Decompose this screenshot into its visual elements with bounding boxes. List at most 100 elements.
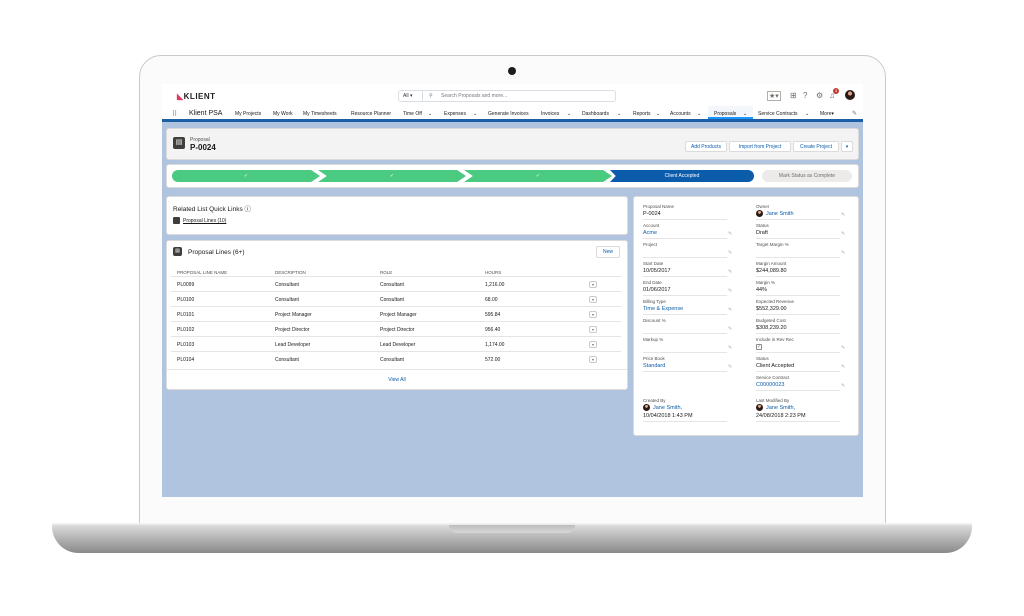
notification-badge: 3 bbox=[833, 88, 839, 94]
pencil-icon[interactable]: ✎ bbox=[728, 250, 732, 256]
nav-item-more[interactable]: More▾ bbox=[820, 111, 834, 117]
chevron-down-icon[interactable]: ⌄ bbox=[617, 111, 621, 117]
user-avatar[interactable] bbox=[845, 90, 855, 100]
chevron-down-icon[interactable]: ⌄ bbox=[697, 111, 701, 117]
line-name-link[interactable]: PL0101 bbox=[177, 312, 194, 318]
path-step-completed[interactable]: ✓ bbox=[464, 170, 612, 182]
proposal-lines-quick-link[interactable]: Proposal Lines (10) bbox=[183, 218, 226, 224]
table-row: PL0099 Consultant Consultant 1,216.00 ▾ bbox=[171, 276, 621, 291]
nav-item-expenses[interactable]: Expenses bbox=[444, 111, 466, 117]
nav-item-reports[interactable]: Reports bbox=[633, 111, 651, 117]
pencil-icon[interactable]: ✎ bbox=[841, 383, 845, 389]
line-role-link[interactable]: Project Director bbox=[380, 327, 414, 333]
billing-type-link[interactable]: Time & Expense bbox=[643, 306, 683, 312]
nav-item-invoices[interactable]: Invoices bbox=[541, 111, 559, 117]
gear-icon[interactable]: ⚙ bbox=[816, 91, 823, 100]
nav-item-proposals[interactable]: Proposals bbox=[714, 111, 736, 117]
pencil-icon[interactable]: ✎ bbox=[841, 364, 845, 370]
pencil-icon[interactable]: ✎ bbox=[728, 364, 732, 370]
row-actions-dropdown[interactable]: ▾ bbox=[589, 296, 597, 303]
row-actions-dropdown[interactable]: ▾ bbox=[589, 281, 597, 288]
created-by-link[interactable]: Jane Smith, bbox=[653, 405, 682, 411]
row-actions-dropdown[interactable]: ▾ bbox=[589, 341, 597, 348]
last-modified-date: 24/08/2018 2:23 PM bbox=[756, 413, 806, 419]
new-button[interactable]: New bbox=[596, 246, 620, 258]
line-role-link[interactable]: Consultant bbox=[380, 357, 404, 363]
line-role-link[interactable]: Lead Developer bbox=[380, 342, 415, 348]
field-underline bbox=[643, 219, 727, 220]
nav-item-generate-invoices[interactable]: Generate Invoices bbox=[488, 111, 529, 117]
nav-item-my-work[interactable]: My Work bbox=[273, 111, 293, 117]
owner-link[interactable]: Jane Smith bbox=[766, 211, 794, 217]
line-name-link[interactable]: PL0102 bbox=[177, 327, 194, 333]
nav-item-accounts[interactable]: Accounts bbox=[670, 111, 691, 117]
pencil-icon[interactable]: ✎ bbox=[841, 345, 845, 351]
help-icon[interactable]: ? bbox=[803, 91, 807, 100]
search-scope-select[interactable]: All ▾ bbox=[399, 91, 423, 101]
field-value: 10/05/2017 bbox=[643, 268, 671, 274]
edit-nav-icon[interactable]: ✎ bbox=[852, 110, 857, 117]
pencil-icon[interactable]: ✎ bbox=[728, 288, 732, 294]
include-rev-rec-checkbox[interactable]: ✓ bbox=[756, 344, 762, 350]
pencil-icon[interactable]: ✎ bbox=[728, 345, 732, 351]
chevron-down-icon[interactable]: ⌄ bbox=[428, 111, 432, 117]
nav-item-my-projects[interactable]: My Projects bbox=[235, 111, 261, 117]
price-book-link[interactable]: Standard bbox=[643, 363, 665, 369]
field-underline bbox=[643, 421, 727, 422]
row-actions-dropdown[interactable]: ▾ bbox=[589, 311, 597, 318]
search-placeholder[interactable]: Search Proposals and more... bbox=[441, 93, 507, 99]
add-icon[interactable]: ⊞ bbox=[790, 91, 797, 100]
proposal-lines-icon bbox=[173, 217, 180, 224]
line-role-link[interactable]: Project Manager bbox=[380, 312, 417, 318]
pencil-icon[interactable]: ✎ bbox=[728, 269, 732, 275]
mark-status-complete-button[interactable]: Mark Status as Complete bbox=[762, 170, 852, 182]
column-header-description[interactable]: DESCRIPTION bbox=[275, 270, 306, 275]
pencil-icon[interactable]: ✎ bbox=[728, 326, 732, 332]
path-step-completed[interactable]: ✓ bbox=[172, 170, 320, 182]
view-all-link[interactable]: View All bbox=[167, 377, 627, 383]
create-project-button[interactable]: Create Project bbox=[793, 141, 839, 152]
chevron-down-icon[interactable]: ⌄ bbox=[473, 111, 477, 117]
path-step-current[interactable]: Client Accepted bbox=[610, 170, 754, 182]
row-actions-dropdown[interactable]: ▾ bbox=[589, 356, 597, 363]
line-name-link[interactable]: PL0100 bbox=[177, 297, 194, 303]
path-step-completed[interactable]: ✓ bbox=[318, 170, 466, 182]
last-modified-link[interactable]: Jane Smith, bbox=[766, 405, 795, 411]
app-launcher-icon[interactable]: ⠿ bbox=[172, 110, 177, 118]
nav-item-dashboards[interactable]: Dashboards bbox=[582, 111, 609, 117]
pencil-icon[interactable]: ✎ bbox=[841, 250, 845, 256]
nav-item-service-contracts[interactable]: Service Contracts bbox=[758, 111, 797, 117]
chevron-down-icon[interactable]: ⌄ bbox=[567, 111, 571, 117]
nav-item-resource-planner[interactable]: Resource Planner bbox=[351, 111, 391, 117]
column-header-hours[interactable]: HOURS bbox=[485, 270, 501, 275]
line-role-link[interactable]: Consultant bbox=[380, 282, 404, 288]
column-header-name[interactable]: PROPOSAL LINE NAME bbox=[177, 270, 227, 275]
line-description: Consultant bbox=[275, 297, 299, 303]
global-search[interactable]: All ▾ ⚲ Search Proposals and more... bbox=[398, 90, 616, 102]
chevron-down-icon[interactable]: ⌄ bbox=[743, 111, 747, 117]
klient-logo[interactable]: ◣KLIENT bbox=[177, 92, 216, 101]
favorites-icon[interactable]: ★▾ bbox=[767, 91, 781, 101]
line-name-link[interactable]: PL0099 bbox=[177, 282, 194, 288]
field-label: Status bbox=[756, 356, 769, 361]
import-from-project-button[interactable]: Import from Project bbox=[729, 141, 791, 152]
chevron-down-icon[interactable]: ⌄ bbox=[805, 111, 809, 117]
nav-item-my-timesheets[interactable]: My Timesheets bbox=[303, 111, 337, 117]
pencil-icon[interactable]: ✎ bbox=[728, 307, 732, 313]
chevron-down-icon[interactable]: ⌄ bbox=[656, 111, 660, 117]
more-actions-button[interactable]: ▾ bbox=[841, 141, 853, 152]
pencil-icon[interactable]: ✎ bbox=[841, 212, 845, 218]
add-products-button[interactable]: Add Products bbox=[685, 141, 727, 152]
pencil-icon[interactable]: ✎ bbox=[728, 231, 732, 237]
line-role-link[interactable]: Consultant bbox=[380, 297, 404, 303]
nav-item-time-off[interactable]: Time Off bbox=[403, 111, 422, 117]
column-header-role[interactable]: ROLE bbox=[380, 270, 392, 275]
row-actions-dropdown[interactable]: ▾ bbox=[589, 326, 597, 333]
line-name-link[interactable]: PL0104 bbox=[177, 357, 194, 363]
field-label: Service Contract bbox=[756, 375, 790, 380]
service-contract-link[interactable]: C00000023 bbox=[756, 382, 784, 388]
account-link[interactable]: Acme bbox=[643, 230, 657, 236]
field-underline bbox=[756, 295, 840, 296]
pencil-icon[interactable]: ✎ bbox=[841, 231, 845, 237]
line-name-link[interactable]: PL0103 bbox=[177, 342, 194, 348]
